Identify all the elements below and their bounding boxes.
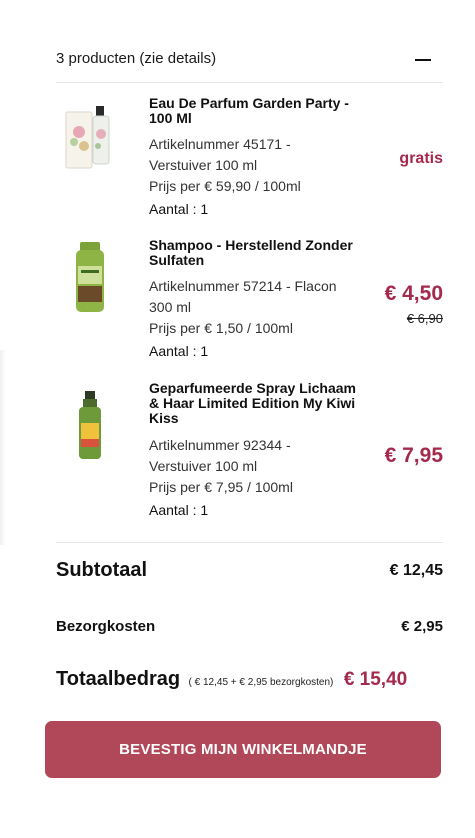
product-unit-price: Prijs per € 1,50 / 100ml	[149, 320, 293, 336]
product-price: € 7,95	[384, 444, 443, 467]
product-price: gratis	[399, 150, 443, 167]
product-old-price: € 6,90	[406, 311, 443, 326]
product-name: Shampoo - Herstellend Zonder Sulfaten	[149, 237, 353, 268]
product-details: Artikelnummer 45171 - Verstuiver 100 ml …	[149, 134, 354, 220]
shipping-value: € 2,95	[401, 618, 443, 635]
product-quantity: Aantal : 1	[149, 343, 209, 359]
perfume-bottle-image	[65, 106, 110, 169]
product-price: € 4,50	[384, 282, 443, 305]
cart-item: Eau De Parfum Garden Party - 100 Ml Arti…	[56, 96, 443, 224]
product-name: Geparfumeerde Spray Lichaam & Haar Limit…	[149, 380, 356, 426]
product-article: Artikelnummer 45171 - Verstuiver 100 ml	[149, 136, 291, 173]
total-breakdown: ( € 12,45 + € 2,95 bezorgkosten)	[188, 677, 334, 688]
divider	[56, 542, 443, 543]
shipping-label: Bezorgkosten	[56, 618, 156, 635]
side-panel-shadow	[0, 350, 6, 545]
product-unit-price: Prijs per € 7,95 / 100ml	[149, 479, 293, 495]
cart-item: Shampoo - Herstellend Zonder Sulfaten Ar…	[56, 238, 443, 368]
confirm-cart-button[interactable]: BEVESTIG MIJN WINKELMANDJE	[45, 721, 441, 778]
product-details: Artikelnummer 92344 - Verstuiver 100 ml …	[149, 435, 354, 521]
subtotal-value: € 12,45	[389, 562, 443, 579]
total-label: Totaalbedrag	[56, 668, 181, 690]
cart-item: Geparfumeerde Spray Lichaam & Haar Limit…	[56, 381, 443, 531]
product-quantity: Aantal : 1	[149, 502, 209, 518]
product-article: Artikelnummer 57214 - Flacon 300 ml	[149, 278, 337, 315]
products-summary-title: 3 producten (zie details)	[56, 50, 217, 67]
products-summary-header[interactable]: 3 producten (zie details)	[56, 46, 443, 83]
subtotal-label: Subtotaal	[56, 559, 148, 581]
product-name: Eau De Parfum Garden Party - 100 Ml	[149, 95, 349, 126]
shampoo-bottle-image	[76, 242, 104, 312]
product-article: Artikelnummer 92344 - Verstuiver 100 ml	[149, 437, 291, 474]
total-value: € 15,40	[343, 669, 408, 690]
grand-total: Totaalbedrag ( € 12,45 + € 2,95 bezorgko…	[56, 668, 456, 691]
product-unit-price: Prijs per € 59,90 / 100ml	[149, 178, 301, 194]
spray-bottle-image	[79, 391, 101, 459]
product-quantity: Aantal : 1	[149, 201, 209, 217]
product-details: Artikelnummer 57214 - Flacon 300 ml Prij…	[149, 276, 354, 362]
minus-icon[interactable]	[415, 59, 431, 61]
